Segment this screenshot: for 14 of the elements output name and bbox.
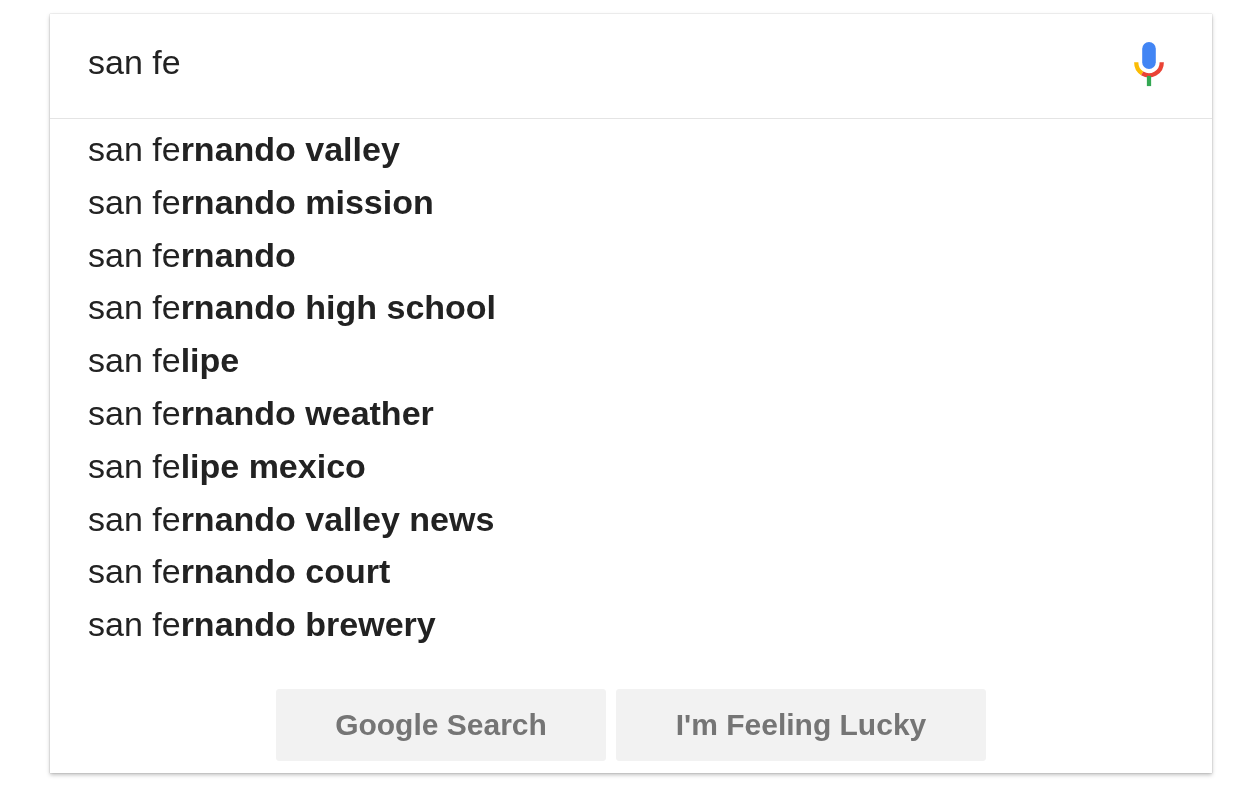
- search-button[interactable]: Google Search: [276, 689, 606, 761]
- suggestion-item[interactable]: san fernando mission: [88, 175, 1212, 229]
- search-field[interactable]: san fe: [88, 42, 1132, 82]
- suggestion-item[interactable]: san fernando weather: [88, 387, 1212, 440]
- suggestion-item[interactable]: san fernando: [88, 228, 1212, 282]
- suggestion-item[interactable]: san fernando valley news: [88, 492, 1212, 546]
- suggestion-item[interactable]: san felipe mexico: [88, 439, 1212, 493]
- suggestion-item[interactable]: san fernando high school: [88, 281, 1212, 335]
- microphone-icon[interactable]: [1132, 41, 1166, 87]
- suggestion-item[interactable]: san fernando valley: [88, 123, 1212, 176]
- suggestion-item[interactable]: san fernando court: [88, 545, 1212, 599]
- search-button[interactable]: I'm Feeling Lucky: [616, 689, 986, 761]
- suggestion-item[interactable]: san felipe: [88, 334, 1212, 387]
- suggestion-item[interactable]: san fernando brewery: [88, 598, 1212, 651]
